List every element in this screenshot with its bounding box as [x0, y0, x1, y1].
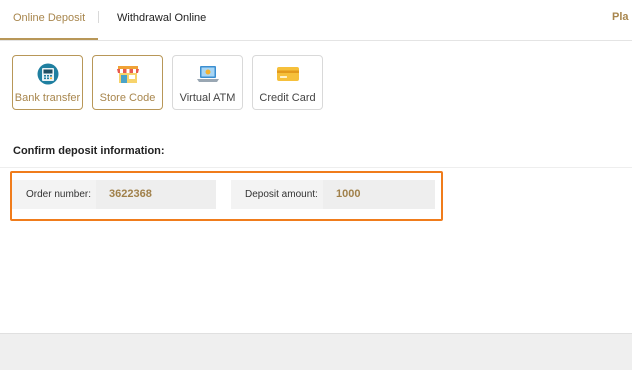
method-credit-card[interactable]: Credit Card	[252, 55, 323, 110]
tab-partial-right[interactable]: Pla	[612, 0, 632, 34]
active-tab-indicator	[0, 38, 98, 40]
deposit-amount-label: Deposit amount:	[231, 180, 323, 209]
store-icon	[116, 66, 139, 83]
deposit-tab-bar: Online Deposit Withdrawal Online Pla	[0, 0, 632, 41]
tab-divider	[98, 11, 99, 23]
footer-bar	[0, 333, 632, 370]
method-label: Virtual ATM	[179, 92, 236, 104]
section-title: Confirm deposit information:	[13, 145, 165, 157]
method-virtual-atm[interactable]: Virtual ATM	[172, 55, 243, 110]
credit-card-icon	[276, 67, 299, 81]
laptop-icon	[196, 66, 219, 82]
tab-online-deposit[interactable]: Online Deposit	[13, 0, 85, 40]
method-store-code[interactable]: Store Code	[92, 55, 163, 110]
section-divider	[0, 167, 632, 168]
method-label: Bank transfer	[14, 92, 81, 104]
order-number-label: Order number:	[12, 180, 96, 209]
method-label: Credit Card	[259, 92, 316, 104]
tab-withdrawal-online[interactable]: Withdrawal Online	[117, 0, 206, 40]
bank-atm-icon	[37, 63, 58, 85]
deposit-amount-value: 1000	[323, 180, 435, 209]
order-number-value: 3622368	[96, 180, 216, 209]
method-label: Store Code	[99, 92, 156, 104]
method-bank-transfer[interactable]: Bank transfer	[12, 55, 83, 110]
